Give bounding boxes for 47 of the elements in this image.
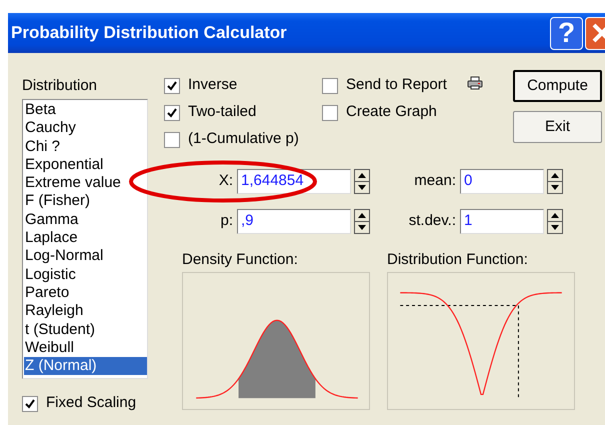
list-item[interactable]: Z (Normal) (24, 357, 147, 376)
checkbox[interactable] (164, 132, 180, 148)
list-item[interactable]: Pareto (24, 284, 147, 302)
list-item[interactable]: Gamma (24, 210, 147, 230)
checkbox-label: (1-Cumulative p) (188, 129, 299, 150)
checkbox-label: Send to Report (346, 75, 447, 96)
input-field[interactable]: 0 (460, 169, 544, 194)
list-item[interactable]: Exponential (24, 156, 147, 174)
input-field[interactable]: ,9 (237, 209, 351, 234)
list-item[interactable]: Logistic (24, 266, 147, 284)
list-item[interactable]: Chi ? (24, 138, 147, 156)
list-item[interactable]: Log-Normal (24, 247, 147, 266)
field-label: mean: (413, 171, 457, 192)
list-item[interactable]: Laplace (24, 229, 147, 248)
checkbox-label: Two-tailed (188, 102, 256, 122)
list-item[interactable]: t (Student) (24, 320, 147, 339)
spinner[interactable] (354, 209, 370, 234)
printer-icon[interactable] (467, 76, 483, 90)
list-item[interactable]: Weibull (24, 338, 147, 358)
list-item[interactable]: Extreme value (24, 174, 147, 192)
checkbox[interactable] (164, 78, 180, 94)
checkbox[interactable] (322, 104, 338, 120)
window-title: Probability Distribution Calculator (11, 22, 288, 44)
help-button[interactable]: ? (550, 16, 583, 50)
exit-button[interactable]: Exit (513, 111, 602, 143)
checkbox[interactable] (22, 396, 38, 412)
chart-title: Distribution Function: (387, 250, 529, 269)
spinner[interactable] (547, 209, 563, 234)
checkbox[interactable] (164, 104, 180, 120)
field-label: X: (218, 171, 234, 192)
checkbox-label: Inverse (188, 75, 238, 96)
input-field[interactable]: 1 (460, 209, 544, 234)
list-item[interactable]: Cauchy (24, 119, 147, 138)
compute-button[interactable]: Compute (513, 70, 602, 102)
spinner[interactable] (547, 169, 563, 194)
checkbox-label: Fixed Scaling (46, 393, 136, 414)
checkbox[interactable] (322, 78, 338, 94)
field-label: p: (219, 211, 234, 232)
list-item[interactable]: Beta (24, 101, 147, 120)
spinner[interactable] (354, 169, 370, 194)
list-item[interactable]: F (Fisher) (24, 192, 147, 211)
list-item[interactable]: Rayleigh (24, 302, 147, 321)
checkbox-label: Create Graph (346, 102, 437, 122)
field-label: st.dev.: (408, 211, 457, 232)
input-field[interactable]: 1,644854 (237, 169, 351, 194)
chart-title: Density Function: (182, 250, 299, 269)
list-label: Distribution (22, 76, 98, 96)
